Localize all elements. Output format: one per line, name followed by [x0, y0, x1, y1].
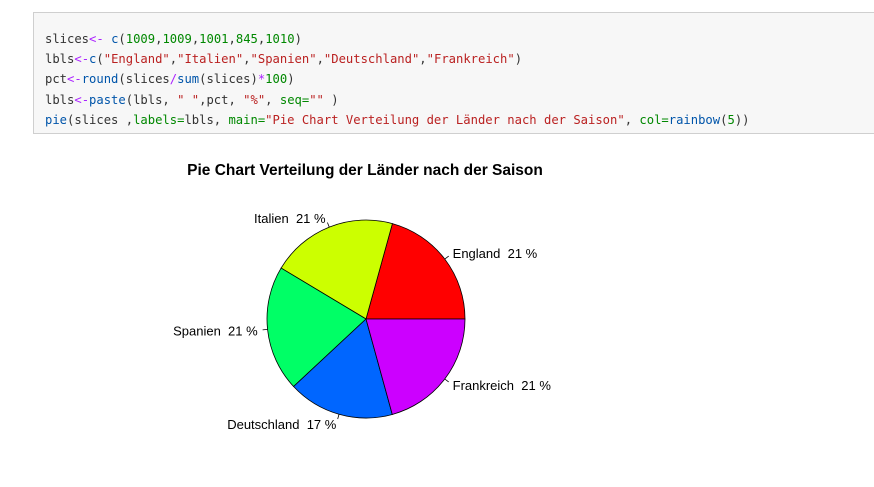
pie-label-tick [337, 414, 340, 420]
code-token: ) [287, 72, 295, 87]
pie-label-england: England 21 % [453, 246, 538, 261]
code-token: <- [67, 72, 82, 87]
code-token: 1009 [125, 32, 156, 46]
code-token: "England" [103, 52, 170, 67]
code-token: (lbls, [125, 92, 178, 107]
code-token: / [169, 72, 178, 87]
code-token: main= [228, 112, 266, 127]
code-token: (slices , [67, 112, 134, 127]
code-token: ( [96, 52, 104, 67]
code-token: <- [74, 92, 90, 107]
code-token: (slices [118, 72, 170, 87]
code-token: pct [45, 72, 68, 87]
code-token: paste [89, 92, 126, 107]
code-token: " " [177, 92, 200, 107]
pie-label-deutschland: Deutschland 17 % [227, 417, 337, 432]
pie-chart-output: Pie Chart Verteilung der Länder nach der… [140, 148, 600, 448]
code-token: "%" [243, 92, 266, 107]
code-token: <- [89, 32, 104, 46]
code-token: , [316, 52, 324, 67]
code-token: , [243, 52, 251, 67]
code-token: "Italien" [177, 52, 244, 67]
code-token: 1001 [199, 32, 229, 46]
code-token: lbls, [184, 112, 229, 127]
code-line: pct<-round(slices/sum(slices)*100) [45, 69, 750, 89]
pie-chart: Pie Chart Verteilung der Länder nach der… [173, 162, 552, 432]
code-line: slices<- c(1009,1009,1001,845,1010) [45, 29, 750, 49]
code-token: <- [74, 52, 90, 67]
code-token: "" [309, 92, 324, 107]
code-token: col= [639, 112, 669, 127]
code-line: lbls<-c("England","Italien","Spanien","D… [45, 49, 750, 69]
code-token: ) [294, 32, 302, 46]
code-token: "Frankreich" [426, 52, 515, 67]
code-token: , [228, 32, 236, 46]
code-token: round [81, 72, 119, 87]
code-token: labels= [133, 112, 185, 127]
chart-title: Pie Chart Verteilung der Länder nach der… [187, 162, 543, 179]
code-token: , [624, 112, 640, 127]
code-token: ) [514, 52, 523, 67]
pie-slices [266, 219, 466, 419]
code-token: , [419, 52, 427, 67]
code-token: , [265, 92, 280, 107]
code-token: 845 [235, 32, 258, 46]
code-token: )) [734, 112, 750, 127]
code-editor[interactable]: slices<- c(1009,1009,1001,845,1010) lbls<… [45, 29, 750, 130]
pie-label-tick [262, 328, 268, 331]
pie-label-tick [444, 255, 449, 260]
code-token: seq= [279, 92, 310, 107]
code-token: lbls [45, 52, 75, 67]
code-cell[interactable]: slices<- c(1009,1009,1001,845,1010) lbls<… [33, 12, 874, 134]
code-token: rainbow [668, 112, 721, 127]
code-token: 100 [265, 72, 288, 87]
pie-label-tick [444, 378, 449, 383]
code-token: pie [45, 112, 68, 127]
code-token: "Spanien" [250, 52, 317, 67]
code-token: ( [118, 32, 126, 46]
code-token: 5 [727, 112, 735, 127]
code-token: ,pct, [199, 92, 244, 107]
pie-label-italien: Italien 21 % [254, 211, 326, 226]
code-token: "Deutschland" [323, 52, 420, 67]
code-token: 1009 [162, 32, 192, 46]
code-token: slices [45, 32, 90, 46]
code-line: lbls<-paste(lbls, " ",pct, "%", seq="" ) [45, 90, 750, 110]
code-token: ) [323, 92, 339, 107]
code-line: pie(slices ,labels=lbls, main="Pie Chart… [45, 110, 750, 130]
code-token: sum [177, 72, 200, 87]
pie-label-spanien: Spanien 21 % [173, 323, 258, 338]
code-token: (slices) [199, 72, 258, 87]
pie-label-tick [327, 222, 330, 228]
pie-label-frankreich: Frankreich 21 % [453, 378, 552, 393]
code-token: lbls [45, 92, 75, 107]
code-token: 1010 [265, 32, 295, 46]
code-token: "Pie Chart Verteilung der Länder nach de… [265, 112, 625, 127]
